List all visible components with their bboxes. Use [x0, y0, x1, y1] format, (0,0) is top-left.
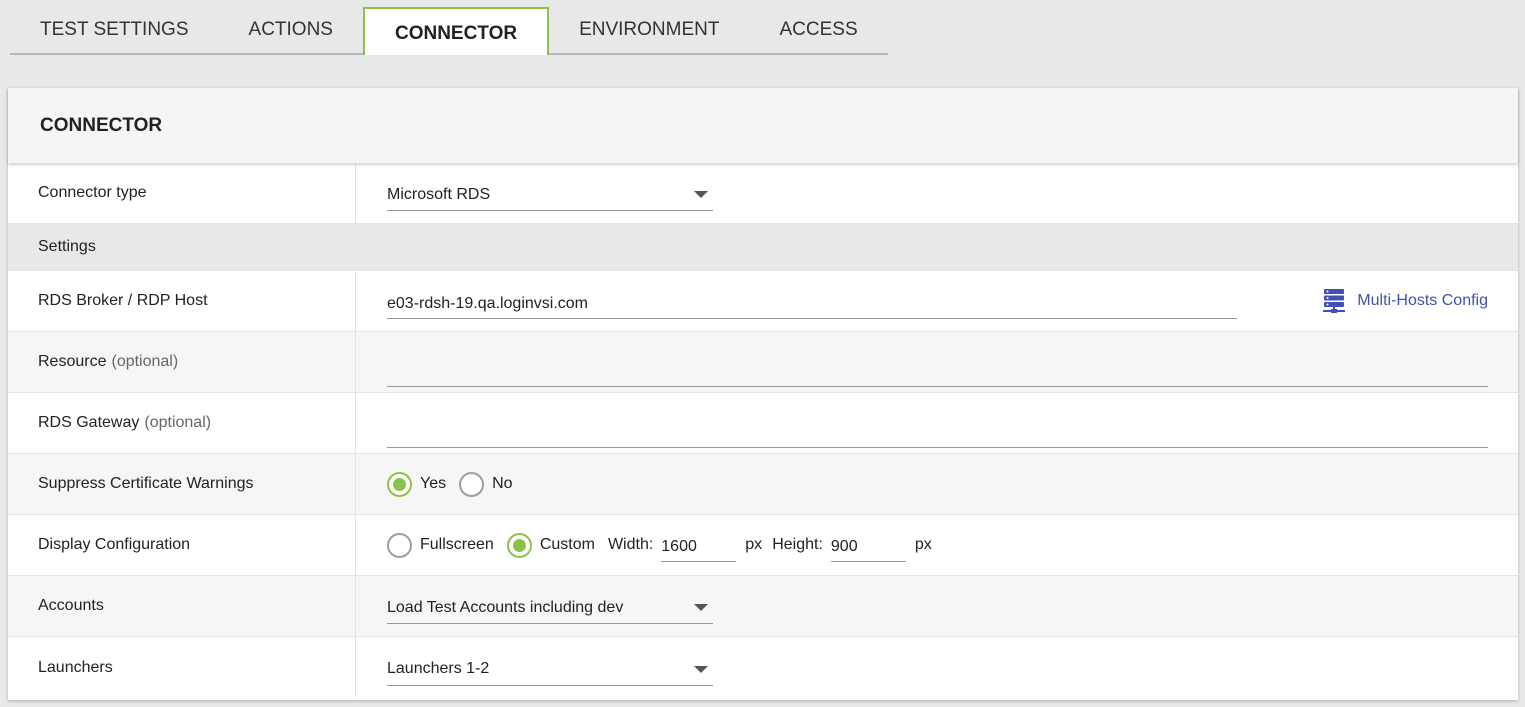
tab-connector[interactable]: CONNECTOR [362, 7, 550, 55]
launchers-label: Launchers [8, 637, 356, 698]
tab-access[interactable]: ACCESS [749, 7, 888, 55]
suppress-cert-label: Suppress Certificate Warnings [8, 454, 356, 514]
rds-gateway-label: RDS Gateway (optional) [8, 393, 356, 453]
rds-gateway-cell [356, 393, 1518, 453]
accounts-row: Accounts Load Test Accounts including de… [8, 576, 1518, 637]
tab-environment[interactable]: ENVIRONMENT [549, 7, 750, 55]
accounts-label: Accounts [8, 576, 356, 636]
suppress-cert-yes-label[interactable]: Yes [420, 475, 446, 493]
rds-broker-cell: Multi-Hosts Config [356, 271, 1518, 331]
accounts-cell: Load Test Accounts including dev [356, 576, 1518, 636]
rds-gateway-label-text: RDS Gateway [38, 414, 140, 431]
suppress-cert-cell: Yes No [356, 454, 1518, 514]
multi-hosts-config-link[interactable]: Multi-Hosts Config [1323, 289, 1488, 313]
height-label: Height: [772, 536, 823, 553]
settings-section-header: Settings [8, 224, 1518, 271]
custom-label[interactable]: Custom [540, 536, 595, 554]
fullscreen-radio[interactable] [387, 532, 412, 558]
chevron-down-icon [694, 604, 708, 611]
suppress-cert-no-label[interactable]: No [492, 475, 512, 493]
rds-gateway-optional-hint: (optional) [144, 414, 212, 431]
resource-optional-hint: (optional) [111, 353, 179, 370]
resource-cell [356, 332, 1518, 392]
display-config-row: Display Configuration Fullscreen Custom … [8, 515, 1518, 576]
resource-label-text: Resource [38, 353, 107, 370]
suppress-cert-radio-group: Yes No [387, 471, 526, 497]
launchers-row: Launchers Launchers 1-2 [8, 637, 1518, 698]
display-config-radio-group: Fullscreen Custom Width: px Height: px [387, 528, 942, 562]
resource-label: Resource (optional) [8, 332, 356, 392]
width-label: Width: [607, 536, 654, 553]
accounts-select[interactable]: Load Test Accounts including dev [387, 588, 713, 624]
fullscreen-label[interactable]: Fullscreen [420, 536, 494, 554]
multi-hosts-config-label: Multi-Hosts Config [1357, 292, 1488, 309]
panel-title: CONNECTOR [8, 88, 1518, 163]
rds-gateway-row: RDS Gateway (optional) [8, 393, 1518, 454]
rds-broker-label: RDS Broker / RDP Host [8, 271, 356, 331]
launchers-cell: Launchers 1-2 [356, 637, 1518, 698]
width-unit: px [745, 536, 763, 553]
suppress-cert-yes-radio[interactable] [387, 471, 412, 497]
display-config-label: Display Configuration [8, 515, 356, 575]
height-input[interactable] [830, 528, 906, 562]
rds-gateway-input[interactable] [387, 412, 1488, 448]
width-input[interactable] [661, 528, 737, 562]
rds-broker-input[interactable] [387, 283, 1237, 319]
rds-broker-row: RDS Broker / RDP Host Multi-Hosts Config [8, 271, 1518, 332]
custom-radio[interactable] [506, 532, 532, 558]
launchers-select[interactable]: Launchers 1-2 [387, 650, 713, 686]
connector-panel: CONNECTOR Connector type Microsoft RDS S… [8, 88, 1518, 700]
connector-type-value: Microsoft RDS [387, 185, 491, 203]
server-icon [1323, 289, 1346, 313]
suppress-cert-row: Suppress Certificate Warnings Yes No [8, 454, 1518, 515]
launchers-value: Launchers 1-2 [387, 660, 490, 677]
connector-type-row: Connector type Microsoft RDS [8, 163, 1518, 224]
tab-test-settings[interactable]: TEST SETTINGS [10, 7, 219, 55]
display-config-cell: Fullscreen Custom Width: px Height: px [356, 515, 1518, 575]
connector-type-cell: Microsoft RDS [356, 163, 1518, 223]
accounts-value: Load Test Accounts including dev [387, 598, 624, 616]
connector-type-label: Connector type [8, 163, 356, 223]
resource-input[interactable] [387, 351, 1488, 387]
connector-type-select[interactable]: Microsoft RDS [387, 175, 713, 211]
chevron-down-icon [694, 191, 708, 198]
suppress-cert-no-radio[interactable] [459, 471, 485, 497]
tab-actions[interactable]: ACTIONS [218, 7, 363, 55]
tab-bar: TEST SETTINGS ACTIONS CONNECTOR ENVIRONM… [10, 7, 888, 55]
chevron-down-icon [694, 665, 708, 673]
resource-row: Resource (optional) [8, 332, 1518, 393]
height-unit: px [914, 536, 932, 553]
